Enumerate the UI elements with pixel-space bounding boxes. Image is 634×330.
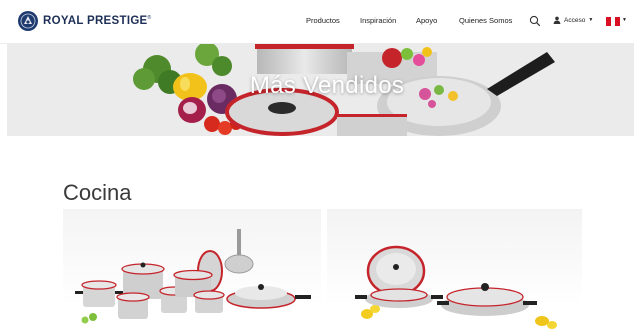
chevron-down-icon: ▼ [588,17,594,23]
product-card-cookware-set[interactable] [63,209,321,330]
nav-item-productos[interactable]: Productos [306,16,340,25]
cookware-set-image [75,229,311,324]
search-icon[interactable] [529,15,541,27]
product-card-saute-pans[interactable] [327,209,582,330]
user-icon [553,16,561,24]
account-label: Acceso [564,16,586,24]
account-menu[interactable]: Acceso ▼ [553,16,593,24]
saute-pans-image [355,245,557,329]
hero-title: Más Vendidos [249,72,405,99]
nav-item-apoyo[interactable]: Apoyo [416,16,437,25]
hero-banner: Más Vendidos [7,44,634,136]
section-title: Cocina [63,180,132,205]
chevron-down-icon[interactable]: ▼ [622,17,627,23]
nav-item-quienes-somos[interactable]: Quienes Somos [459,16,512,25]
site-header: ROYAL PRESTIGE® Productos Inspiración Ap… [0,0,634,44]
nav-item-inspiracion[interactable]: Inspiración [360,16,396,25]
peru-flag-icon[interactable] [606,17,621,26]
